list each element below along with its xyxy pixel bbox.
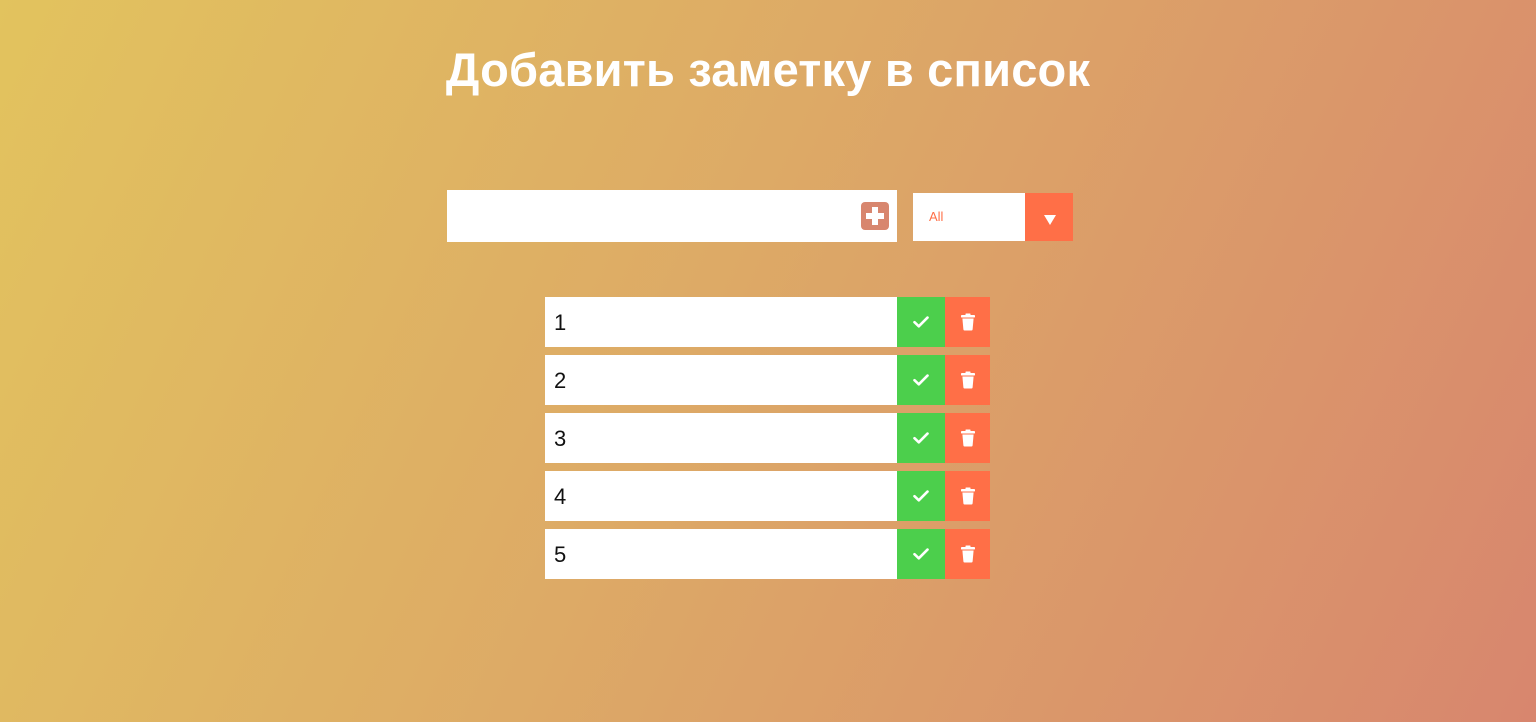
- complete-button[interactable]: [897, 529, 945, 579]
- delete-button[interactable]: [945, 471, 990, 521]
- complete-button[interactable]: [897, 413, 945, 463]
- todo-item: 5: [545, 529, 990, 579]
- todo-item: 2: [545, 355, 990, 405]
- filter-selected-value: All: [929, 209, 944, 224]
- add-todo-button[interactable]: [861, 202, 889, 230]
- filter-select[interactable]: All: [913, 193, 1073, 241]
- plus-square-icon: [861, 202, 889, 230]
- todo-text: 1: [554, 310, 567, 335]
- complete-button[interactable]: [897, 297, 945, 347]
- todo-input[interactable]: [447, 190, 852, 242]
- delete-button[interactable]: [945, 529, 990, 579]
- page-title: Добавить заметку в список: [445, 43, 1091, 96]
- filter-dropdown-button[interactable]: [1025, 193, 1073, 241]
- delete-button[interactable]: [945, 413, 990, 463]
- todo-item: 4: [545, 471, 990, 521]
- delete-button[interactable]: [945, 297, 990, 347]
- todo-list: 1 2 3 4 5: [545, 297, 990, 587]
- todo-input-wrapper: [447, 190, 897, 242]
- delete-button[interactable]: [945, 355, 990, 405]
- complete-button[interactable]: [897, 355, 945, 405]
- caret-down-icon: [1044, 215, 1056, 225]
- todo-text: 5: [554, 542, 567, 567]
- complete-button[interactable]: [897, 471, 945, 521]
- todo-form: All: [447, 190, 1073, 242]
- todo-item: 1: [545, 297, 990, 347]
- todo-text: 4: [554, 484, 567, 509]
- todo-text: 2: [554, 368, 567, 393]
- todo-item: 3: [545, 413, 990, 463]
- todo-text: 3: [554, 426, 567, 451]
